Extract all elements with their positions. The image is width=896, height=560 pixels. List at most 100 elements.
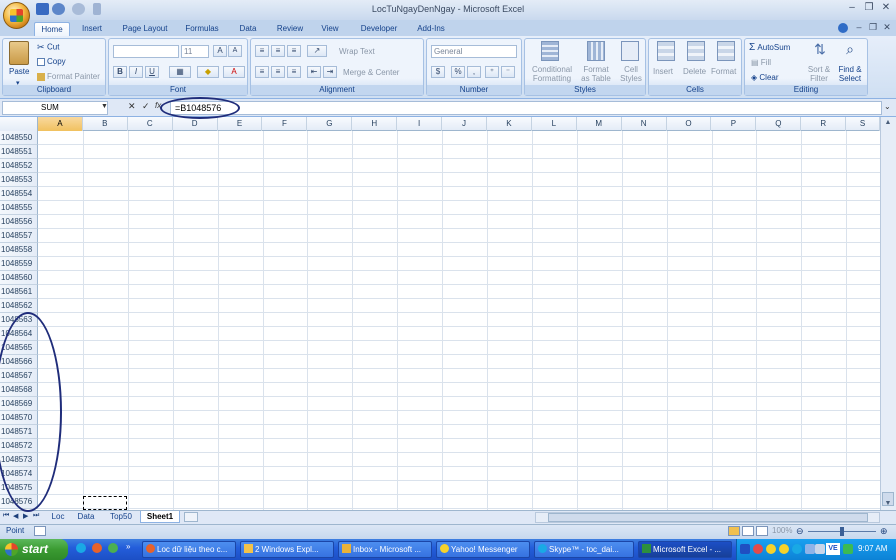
taskbar-item-excel[interactable]: Microsoft Excel - ... xyxy=(638,541,732,558)
column-header-r[interactable]: R xyxy=(801,117,847,131)
help-icon[interactable] xyxy=(838,23,848,33)
row-header[interactable]: 1048561 xyxy=(0,285,38,299)
taskbar-item-yahoo[interactable]: Yahoo! Messenger xyxy=(436,541,530,558)
sheet-nav-last-icon[interactable]: ⏭ xyxy=(33,512,39,520)
scroll-down-icon[interactable]: ▼ xyxy=(882,500,894,510)
office-button[interactable] xyxy=(3,2,30,29)
shrink-font-button[interactable]: A xyxy=(228,45,242,57)
decrease-decimal-icon[interactable]: ⁻ xyxy=(501,66,515,78)
format-cells-button[interactable]: Format xyxy=(711,67,736,76)
column-header-c[interactable]: C xyxy=(128,117,173,131)
number-format-combo[interactable]: General xyxy=(431,45,517,58)
tab-formulas[interactable]: Formulas xyxy=(180,22,224,36)
tab-developer[interactable]: Developer xyxy=(354,22,404,36)
format-painter-button[interactable]: Format Painter xyxy=(37,72,100,81)
tab-add-ins[interactable]: Add-Ins xyxy=(410,22,452,36)
sheet-nav-next-icon[interactable]: ▶ xyxy=(23,512,28,520)
tab-page-layout[interactable]: Page Layout xyxy=(118,22,172,36)
find-select-button[interactable]: Find & Select xyxy=(835,65,865,83)
workbook-close-button[interactable]: ✕ xyxy=(880,21,894,34)
firefox-quicklaunch-icon[interactable] xyxy=(92,543,102,553)
quicklaunch-expand-icon[interactable]: » xyxy=(126,542,130,551)
column-header-a[interactable]: A xyxy=(38,117,83,131)
borders-icon[interactable]: ▦ xyxy=(169,66,191,78)
bold-button[interactable]: B xyxy=(113,66,127,78)
row-header[interactable]: 1048555 xyxy=(0,201,38,215)
cancel-formula-button[interactable]: ✕ xyxy=(128,101,136,112)
align-top-icon[interactable]: ≡ xyxy=(255,45,269,57)
column-header-q[interactable]: Q xyxy=(756,117,802,131)
sort-filter-button[interactable]: Sort & Filter xyxy=(805,65,833,83)
orientation-icon[interactable]: ↗ xyxy=(307,45,327,57)
column-header-d[interactable]: D xyxy=(173,117,218,131)
horizontal-scroll-thumb[interactable] xyxy=(548,513,868,522)
percent-button[interactable]: % xyxy=(451,66,465,78)
column-header-m[interactable]: M xyxy=(577,117,622,131)
align-center-icon[interactable]: ≡ xyxy=(271,66,285,78)
font-size-combo[interactable]: 11 xyxy=(181,45,209,58)
column-header-n[interactable]: N xyxy=(622,117,667,131)
row-header[interactable]: 1048560 xyxy=(0,271,38,285)
tray-volume-icon[interactable] xyxy=(815,544,825,554)
italic-button[interactable]: I xyxy=(129,66,143,78)
insert-cells-button[interactable]: Insert xyxy=(653,67,673,76)
tray-yahoo-icon[interactable] xyxy=(766,544,776,554)
column-header-f[interactable]: F xyxy=(263,117,308,131)
name-box[interactable]: SUM xyxy=(2,101,108,115)
tray-messenger-icon[interactable] xyxy=(779,544,789,554)
zoom-out-icon[interactable]: ⊖ xyxy=(796,526,804,537)
wrap-text-button[interactable]: Wrap Text xyxy=(339,47,375,56)
taskbar-item-skype[interactable]: Skype™ - toc_dai... xyxy=(534,541,634,558)
column-header-p[interactable]: P xyxy=(712,117,757,131)
conditional-formatting-button[interactable]: Conditional Formatting xyxy=(529,65,575,83)
column-header-i[interactable]: I xyxy=(397,117,443,131)
tab-review[interactable]: Review xyxy=(270,22,310,36)
macro-record-icon[interactable] xyxy=(34,526,46,536)
row-header[interactable]: 1048550 xyxy=(0,131,38,145)
row-header[interactable]: 1048552 xyxy=(0,159,38,173)
row-header[interactable]: 1048562 xyxy=(0,299,38,313)
taskbar-item-explorer[interactable]: 2 Windows Expl... xyxy=(240,541,334,558)
maximize-button[interactable]: ❐ xyxy=(862,2,876,15)
scroll-up-icon[interactable]: ▲ xyxy=(882,119,894,129)
autosum-button[interactable]: Σ AutoSum xyxy=(749,42,790,53)
align-middle-icon[interactable]: ≡ xyxy=(271,45,285,57)
tray-language-indicator[interactable]: VE xyxy=(826,543,840,555)
page-break-view-icon[interactable] xyxy=(756,526,768,536)
tab-data[interactable]: Data xyxy=(232,22,264,36)
align-bottom-icon[interactable]: ≡ xyxy=(287,45,301,57)
tab-insert[interactable]: Insert xyxy=(74,22,110,36)
row-header[interactable]: 1048554 xyxy=(0,187,38,201)
worksheet-grid[interactable]: 1048550 1048551 1048552 1048553 1048554 10485… xyxy=(0,131,880,510)
column-header-j[interactable]: J xyxy=(442,117,487,131)
taskbar-item-outlook[interactable]: Inbox - Microsoft ... xyxy=(338,541,432,558)
zoom-in-icon[interactable]: ⊕ xyxy=(880,526,888,537)
column-header-o[interactable]: O xyxy=(667,117,712,131)
font-name-combo[interactable] xyxy=(113,45,179,58)
select-all-button[interactable] xyxy=(0,117,38,131)
column-header-s[interactable]: S xyxy=(846,117,880,131)
skype-quicklaunch-icon[interactable] xyxy=(76,543,86,553)
merge-center-button[interactable]: Merge & Center xyxy=(343,68,399,77)
tray-network-icon[interactable] xyxy=(805,544,815,554)
tray-update-icon[interactable] xyxy=(843,544,853,554)
sheet-tab-top50[interactable]: Top50 xyxy=(104,511,138,523)
row-header[interactable]: 1048556 xyxy=(0,215,38,229)
column-header-g[interactable]: G xyxy=(307,117,353,131)
increase-decimal-icon[interactable]: ⁺ xyxy=(485,66,499,78)
clear-button[interactable]: ◈ Clear xyxy=(751,73,779,82)
cut-button[interactable]: ✂ Cut xyxy=(37,42,59,53)
enter-formula-button[interactable]: ✓ xyxy=(142,101,150,112)
row-header[interactable]: 1048553 xyxy=(0,173,38,187)
font-color-icon[interactable]: A xyxy=(223,66,245,78)
zoom-slider-thumb[interactable] xyxy=(840,527,844,536)
comma-button[interactable]: , xyxy=(467,66,481,78)
column-header-l[interactable]: L xyxy=(532,117,577,131)
vertical-scrollbar[interactable] xyxy=(880,117,896,510)
format-as-table-button[interactable]: Format as Table xyxy=(577,65,615,83)
delete-cells-button[interactable]: Delete xyxy=(683,67,706,76)
formula-input[interactable]: =B1048576 xyxy=(170,101,882,115)
currency-button[interactable]: $ xyxy=(431,66,445,78)
taskbar-item-chrome[interactable]: Loc dữ liệu theo c... xyxy=(142,541,236,558)
grow-font-button[interactable]: A xyxy=(213,45,227,57)
